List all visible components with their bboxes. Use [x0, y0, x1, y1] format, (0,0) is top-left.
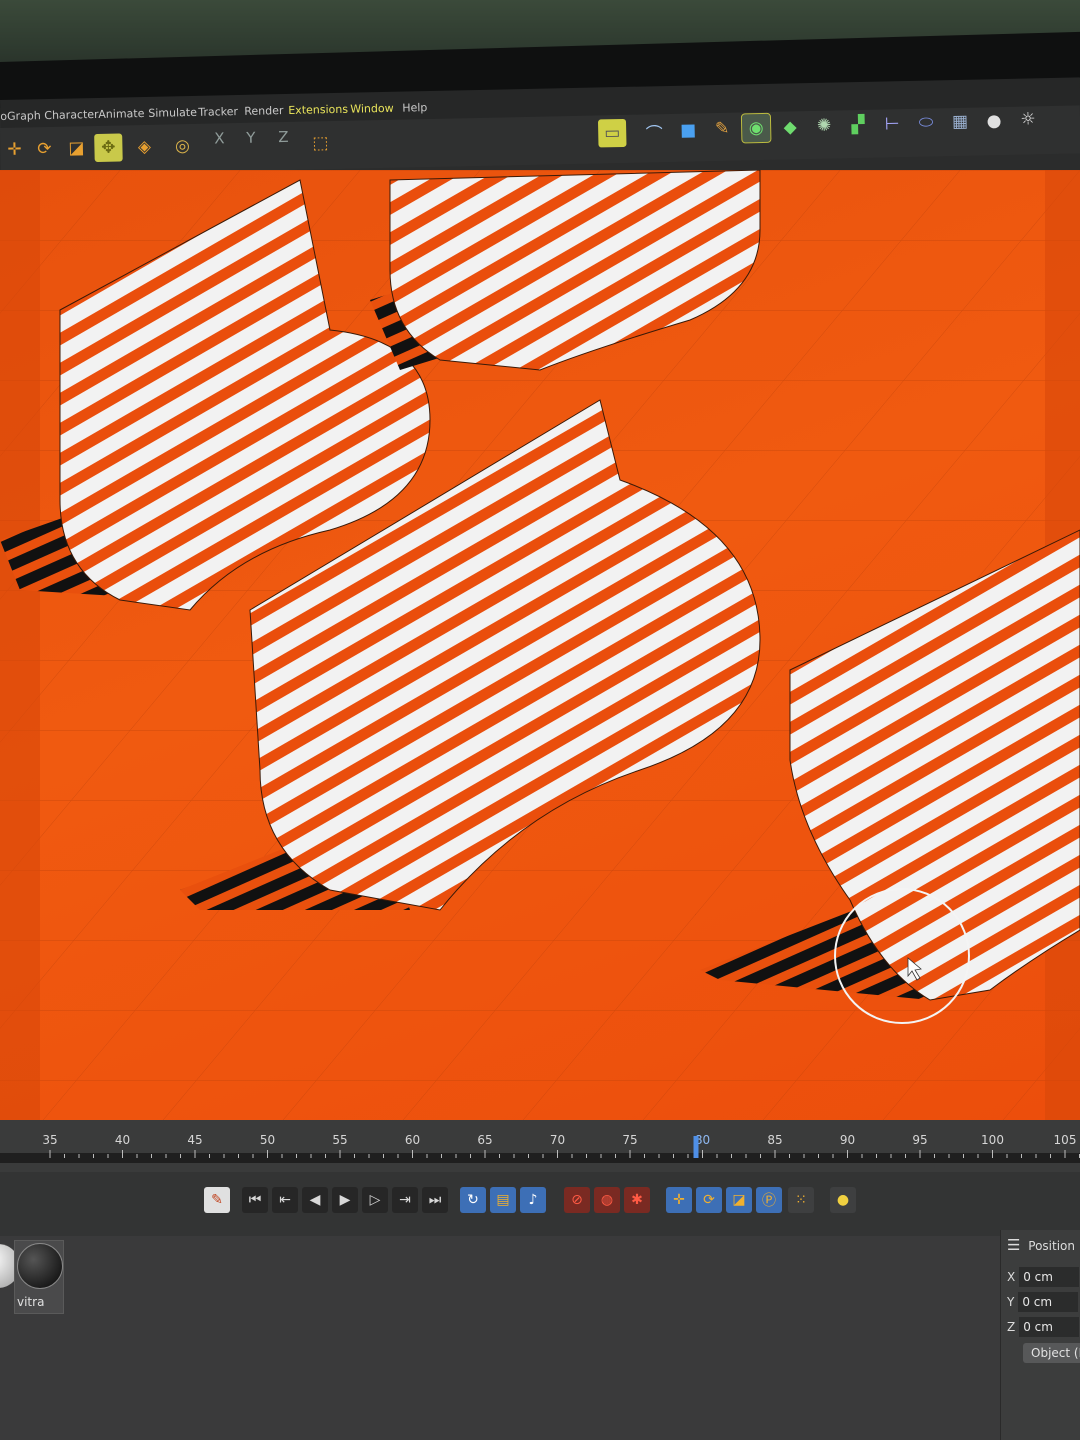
timeline-tick-label-95: 95 [912, 1133, 927, 1147]
selected-object-icon[interactable]: ◉ [740, 112, 772, 144]
menu-tracker[interactable]: Tracker [198, 105, 238, 119]
timeline-tick-label-105: 105 [1054, 1133, 1077, 1147]
timeline-tick-label-45: 45 [187, 1133, 202, 1147]
menu-extensions[interactable]: Extensions [288, 103, 348, 117]
key-pla-icon[interactable]: ⁙ [788, 1187, 814, 1213]
sound-icon[interactable]: ♪ [520, 1187, 546, 1213]
timeline-tick-label-85: 85 [767, 1133, 782, 1147]
timeline-tick-label-90: 90 [840, 1133, 855, 1147]
snap-icon[interactable]: ◎ [168, 132, 197, 161]
camera-icon[interactable]: ● [980, 107, 1009, 136]
floor-icon[interactable]: ▦ [946, 108, 975, 137]
spline-pen-icon[interactable]: ⌒ [640, 117, 669, 146]
y-axis-toggle[interactable]: Y [246, 129, 256, 147]
key-rotation-icon[interactable]: ⟳ [696, 1187, 722, 1213]
timeline-ruler-svg: 35 40 45 50 55 60 65 70 75 80 85 90 95 100 105 [0, 1133, 1080, 1163]
transport-bar: ✎ ⏮ ⇤ ◀ ▶ ▷ ⇥ ⏭ ↻ ▤ ♪ ⊘ ◍ ✱ ✛ ⟳ ◪ Ⓟ ⁙ ● [0, 1172, 1080, 1236]
menu-animate[interactable]: Animate [98, 107, 144, 121]
key-param-icon[interactable]: Ⓟ [756, 1187, 782, 1213]
record-active-icon[interactable]: ⊘ [564, 1187, 590, 1213]
menu-mograph[interactable]: oGraph [0, 109, 41, 123]
generator-icon[interactable]: ◆ [776, 113, 805, 142]
move-icon[interactable]: ✛ [0, 135, 29, 164]
record-key-icon[interactable]: ✎ [204, 1187, 230, 1213]
timeline-tick-label-75: 75 [622, 1133, 637, 1147]
timeline-ruler[interactable]: 35 40 45 50 55 60 65 70 75 80 85 90 95 100 105 [0, 1120, 1080, 1172]
menu-window[interactable]: Window [350, 102, 394, 116]
object-mode-button[interactable]: Object (R [1023, 1343, 1080, 1363]
position-y-field[interactable]: 0 cm [1018, 1292, 1079, 1312]
previous-frame-icon[interactable]: ◀ [302, 1187, 328, 1213]
go-to-start-icon[interactable]: ⏮ [242, 1187, 268, 1213]
live-select-icon[interactable]: ✥ [94, 133, 123, 163]
backdrop-left [0, 170, 40, 1120]
timeline-tick-label-100: 100 [981, 1133, 1004, 1147]
next-key-icon[interactable]: ⇥ [392, 1187, 418, 1213]
position-x-field[interactable]: 0 cm [1019, 1267, 1080, 1287]
menu-character[interactable]: Character [44, 108, 99, 122]
sketch-icon[interactable]: ✎ [708, 115, 737, 144]
deformer-icon[interactable]: ⊢ [878, 110, 907, 139]
3d-viewport[interactable] [0, 170, 1080, 1120]
position-x-row: X0 cm [1007, 1267, 1080, 1287]
hamburger-menu-icon[interactable]: ☰ [1007, 1236, 1020, 1254]
timeline-tick-label-35: 35 [42, 1133, 57, 1147]
go-to-end-icon[interactable]: ⏭ [422, 1187, 448, 1213]
material-manager: vitra [0, 1236, 1000, 1440]
z-axis-toggle[interactable]: Z [278, 128, 289, 146]
light-icon[interactable]: ☼ [1014, 105, 1043, 134]
position-section-header[interactable]: ☰ Position [1007, 1236, 1075, 1254]
x-axis-toggle[interactable]: X [214, 129, 225, 147]
next-frame-icon[interactable]: ▷ [362, 1187, 388, 1213]
material-swatch-black [17, 1243, 63, 1289]
timeline-tick-label-50: 50 [260, 1133, 275, 1147]
render-region-icon[interactable]: ▭ [597, 118, 627, 148]
axis-label-z: Z [1007, 1320, 1016, 1334]
timeline-tick-label-55: 55 [332, 1133, 347, 1147]
field-icon[interactable]: ⬭ [912, 108, 941, 137]
rotate-icon[interactable]: ⟳ [30, 135, 59, 164]
menu-render[interactable]: Render [244, 104, 283, 118]
viewport-scene [0, 170, 1080, 1120]
keyframe-selection-icon[interactable]: ✱ [624, 1187, 650, 1213]
position-y-row: Y0 cm [1007, 1292, 1079, 1312]
position-title: Position [1028, 1239, 1076, 1253]
timeline-playhead[interactable] [693, 1136, 699, 1158]
scale-icon[interactable]: ◪ [62, 134, 91, 163]
previous-key-icon[interactable]: ⇤ [272, 1187, 298, 1213]
motion-system-icon[interactable]: ● [830, 1187, 856, 1213]
position-z-field[interactable]: 0 cm [1019, 1317, 1080, 1337]
material-vitra[interactable]: vitra [14, 1240, 64, 1314]
material-name-label: vitra [17, 1295, 45, 1309]
mograph-cubes-icon[interactable]: ▞ [844, 111, 873, 140]
cloner-icon[interactable]: ✺ [810, 111, 839, 140]
loop-icon[interactable]: ↻ [460, 1187, 486, 1213]
timeline-tick-label-60: 60 [405, 1133, 420, 1147]
film-icon[interactable]: ▤ [490, 1187, 516, 1213]
cube-icon[interactable]: ■ [674, 116, 703, 145]
timeline-tick-label-65: 65 [477, 1133, 492, 1147]
attributes-panel: ☰ Position X0 cm Y0 cm Z0 cm Object (R [1000, 1230, 1080, 1440]
key-position-icon[interactable]: ✛ [666, 1187, 692, 1213]
position-z-row: Z0 cm [1007, 1317, 1080, 1337]
timeline-tick-label-40: 40 [115, 1133, 130, 1147]
menu-help[interactable]: Help [402, 101, 427, 115]
axis-label-x: X [1007, 1270, 1016, 1284]
axis-label-y: Y [1007, 1295, 1015, 1309]
coordinate-system-icon[interactable]: ⬚ [306, 129, 335, 158]
key-scale-icon[interactable]: ◪ [726, 1187, 752, 1213]
timeline-tick-label-70: 70 [550, 1133, 565, 1147]
menu-simulate[interactable]: Simulate [148, 106, 197, 120]
play-icon[interactable]: ▶ [332, 1187, 358, 1213]
transform-icon[interactable]: ◈ [130, 133, 159, 162]
auto-key-icon[interactable]: ◍ [594, 1187, 620, 1213]
